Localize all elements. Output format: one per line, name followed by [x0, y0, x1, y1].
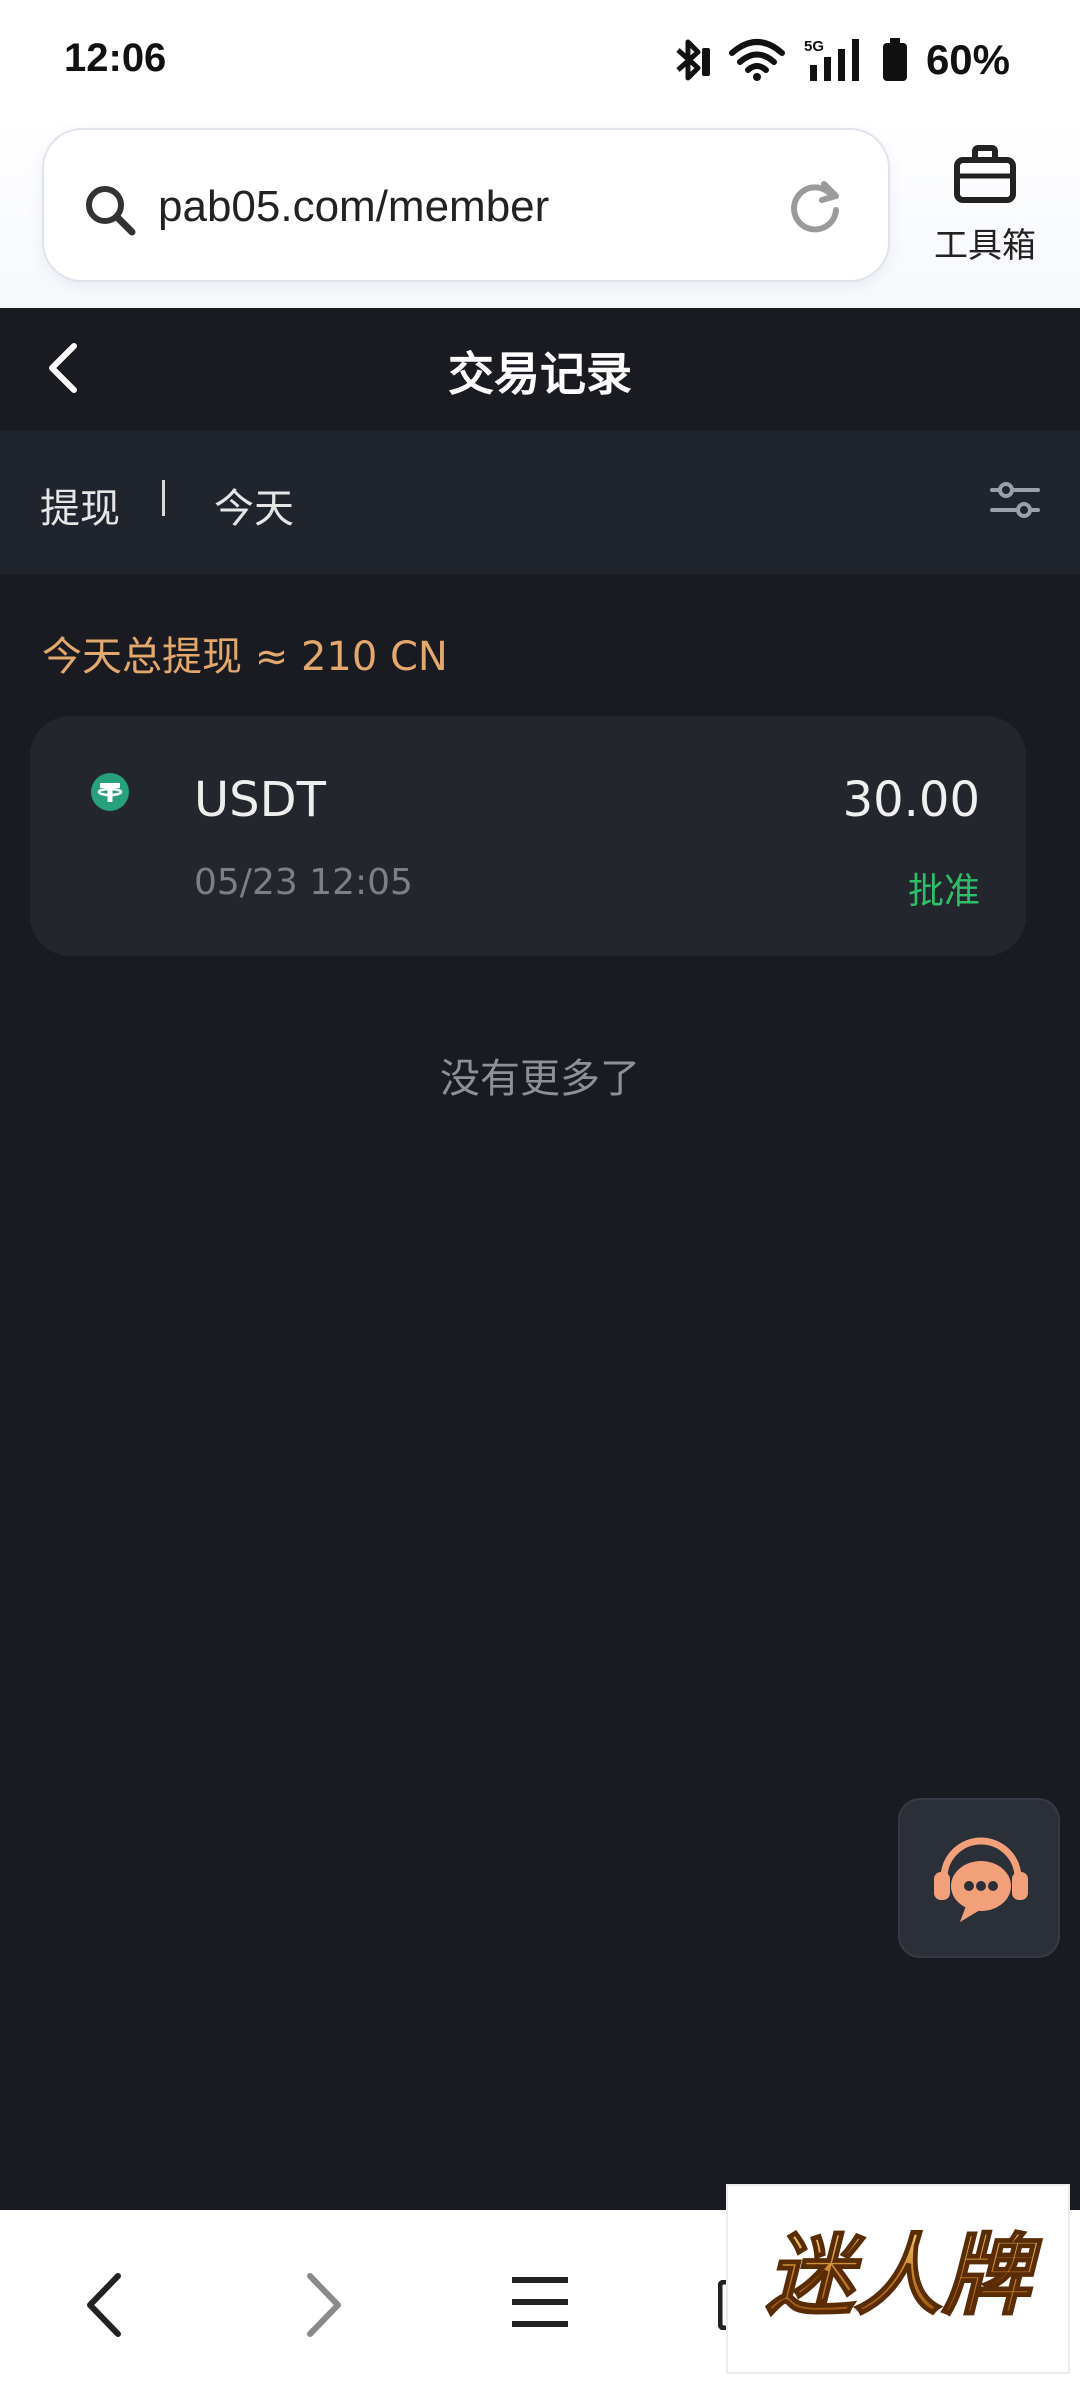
brand-logo-text: 迷人牌 [766, 2224, 1042, 2327]
nav-forward-icon[interactable] [298, 2270, 348, 2340]
record-datetime: 05/23 12:05 [194, 862, 413, 903]
filter-bar: 提现 今天 [0, 430, 1080, 574]
filter-settings-icon[interactable] [990, 478, 1040, 522]
support-chat-icon [934, 1837, 1028, 1922]
search-icon [86, 186, 136, 236]
page-title: 交易记录 [448, 347, 632, 401]
cellular-5g-icon: 5G [804, 38, 859, 81]
coin-name: USDT [194, 772, 326, 828]
bluetooth-icon [676, 39, 710, 81]
filter-date[interactable]: 今天 [214, 476, 294, 534]
filter-divider [162, 480, 165, 516]
tether-icon [91, 773, 129, 811]
transaction-record[interactable]: USDT 05/23 12:05 30.00 批准 [30, 716, 1026, 956]
record-amount: 30.00 [842, 772, 980, 828]
menu-icon[interactable] [508, 2272, 572, 2332]
status-time: 12:06 [64, 36, 167, 80]
brand-logo: 迷人牌 [726, 2184, 1070, 2374]
record-status: 批准 [907, 871, 980, 912]
withdraw-summary: 今天总提现 ≈ 210 CN [42, 634, 448, 680]
browser-toolbar: pab05.com/member 工具箱 [0, 120, 1080, 308]
battery-icon [882, 38, 907, 81]
url-text[interactable]: pab05.com/member [158, 182, 549, 232]
toolbox-button[interactable]: 工具箱 [920, 144, 1050, 267]
address-bar[interactable]: pab05.com/member [42, 128, 890, 282]
briefcase-icon [954, 145, 1016, 203]
app-header: 交易记录 [0, 308, 1080, 430]
network-label: 5G [804, 38, 824, 55]
status-icons: 5G 60% [670, 36, 1010, 84]
nav-back-icon[interactable] [80, 2270, 130, 2340]
status-bar: 12:06 5G 60% [0, 0, 1080, 120]
brand-logo-image: 迷人牌 [765, 2223, 1043, 2328]
filter-type[interactable]: 提现 [40, 476, 120, 534]
wifi-icon [728, 39, 785, 81]
battery-percent: 60% [925, 36, 1010, 83]
list-end-text: 没有更多了 [440, 1056, 640, 1102]
reload-icon[interactable] [786, 178, 844, 236]
customer-support-button[interactable] [898, 1798, 1060, 1958]
toolbox-label: 工具箱 [934, 226, 1036, 266]
